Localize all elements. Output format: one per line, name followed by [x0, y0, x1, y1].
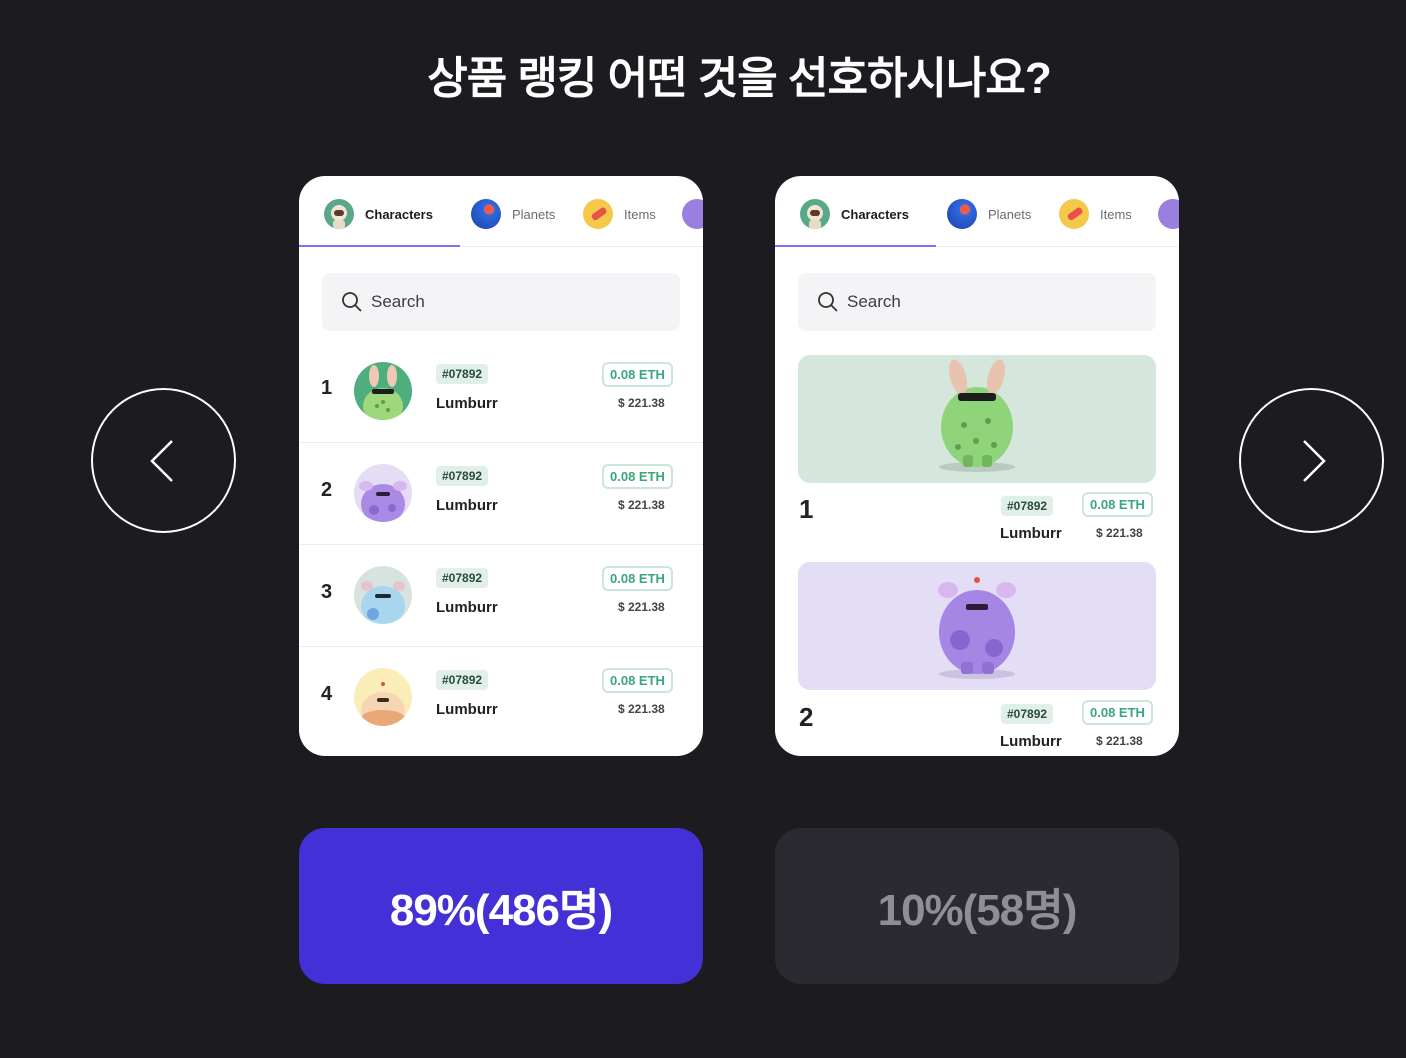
previous-button[interactable]	[91, 388, 236, 533]
category-tabs: Characters Planets Items	[775, 176, 1179, 247]
search-input[interactable]: Search	[798, 273, 1156, 331]
tab-items[interactable]: Items	[583, 198, 656, 230]
tab-planets[interactable]: Planets	[947, 198, 1031, 230]
item-name: Lumburr	[436, 395, 498, 412]
active-tab-indicator	[775, 245, 936, 247]
token-id-badge: #07892	[436, 670, 489, 690]
monster-avatar	[354, 668, 412, 726]
tab-planets[interactable]: Planets	[471, 198, 555, 230]
chevron-right-icon	[1302, 439, 1326, 482]
green-monster-image	[939, 359, 1015, 472]
item-icon	[583, 199, 613, 229]
monster-tab-icon	[1158, 199, 1179, 229]
price-usd: $ 221.38	[618, 498, 665, 512]
price-eth: 0.08 ETH	[602, 362, 673, 387]
list-item[interactable]: 1 #07892 Lumburr 0.08 ETH $ 221.38	[299, 340, 703, 443]
price-eth: 0.08 ETH	[1082, 700, 1153, 725]
monster-tab-icon	[682, 199, 703, 229]
item-name: Lumburr	[436, 599, 498, 616]
astronaut-icon	[800, 199, 830, 229]
tab-characters[interactable]: Characters	[800, 198, 909, 230]
token-id-badge: #07892	[436, 364, 489, 384]
token-id-badge: #07892	[1001, 496, 1054, 516]
price-usd: $ 221.38	[1096, 734, 1143, 748]
item-name: Lumburr	[436, 497, 498, 514]
page-title: 상품 랭킹 어떤 것을 선호하시나요?	[427, 54, 1052, 103]
item-name: Lumburr	[1000, 733, 1062, 750]
price-eth: 0.08 ETH	[602, 566, 673, 591]
planet-icon	[947, 199, 977, 229]
tab-more[interactable]	[682, 198, 703, 230]
category-tabs: Characters Planets Items	[299, 176, 703, 247]
list-item[interactable]: 2 #07892 Lumburr 0.08 ETH $ 221.38	[299, 442, 703, 545]
item-name: Lumburr	[436, 701, 498, 718]
list-item[interactable]: 4 #07892 Lumburr 0.08 ETH $ 221.38	[299, 646, 703, 748]
item-card-image[interactable]	[798, 355, 1156, 483]
next-button[interactable]	[1239, 388, 1384, 533]
price-usd: $ 221.38	[618, 702, 665, 716]
option-a-preview-card: Characters Planets Items Search 1 #07892…	[299, 176, 703, 756]
item-icon	[1059, 199, 1089, 229]
option-b-preview-card: Characters Planets Items Search 1 #07892…	[775, 176, 1179, 756]
price-usd: $ 221.38	[618, 600, 665, 614]
vote-option-b-button[interactable]: 10%(58명)	[775, 828, 1179, 984]
price-usd: $ 221.38	[618, 396, 665, 410]
tab-characters[interactable]: Characters	[324, 198, 433, 230]
price-eth: 0.08 ETH	[1082, 492, 1153, 517]
monster-avatar	[354, 362, 412, 420]
token-id-badge: #07892	[436, 568, 489, 588]
vote-option-a-button[interactable]: 89%(486명)	[299, 828, 703, 984]
item-card-image[interactable]	[798, 562, 1156, 690]
search-icon	[342, 292, 362, 312]
tab-more[interactable]	[1158, 198, 1179, 230]
price-eth: 0.08 ETH	[602, 464, 673, 489]
token-id-badge: #07892	[1001, 704, 1054, 724]
price-usd: $ 221.38	[1096, 526, 1143, 540]
price-eth: 0.08 ETH	[602, 668, 673, 693]
monster-avatar	[354, 566, 412, 624]
active-tab-indicator	[299, 245, 460, 247]
purple-monster-image	[938, 577, 1016, 679]
chevron-left-icon	[149, 439, 173, 482]
token-id-badge: #07892	[436, 466, 489, 486]
search-icon	[818, 292, 838, 312]
planet-icon	[471, 199, 501, 229]
tab-items[interactable]: Items	[1059, 198, 1132, 230]
astronaut-icon	[324, 199, 354, 229]
monster-avatar	[354, 464, 412, 522]
item-name: Lumburr	[1000, 525, 1062, 542]
search-input[interactable]: Search	[322, 273, 680, 331]
list-item[interactable]: 3 #07892 Lumburr 0.08 ETH $ 221.38	[299, 544, 703, 647]
